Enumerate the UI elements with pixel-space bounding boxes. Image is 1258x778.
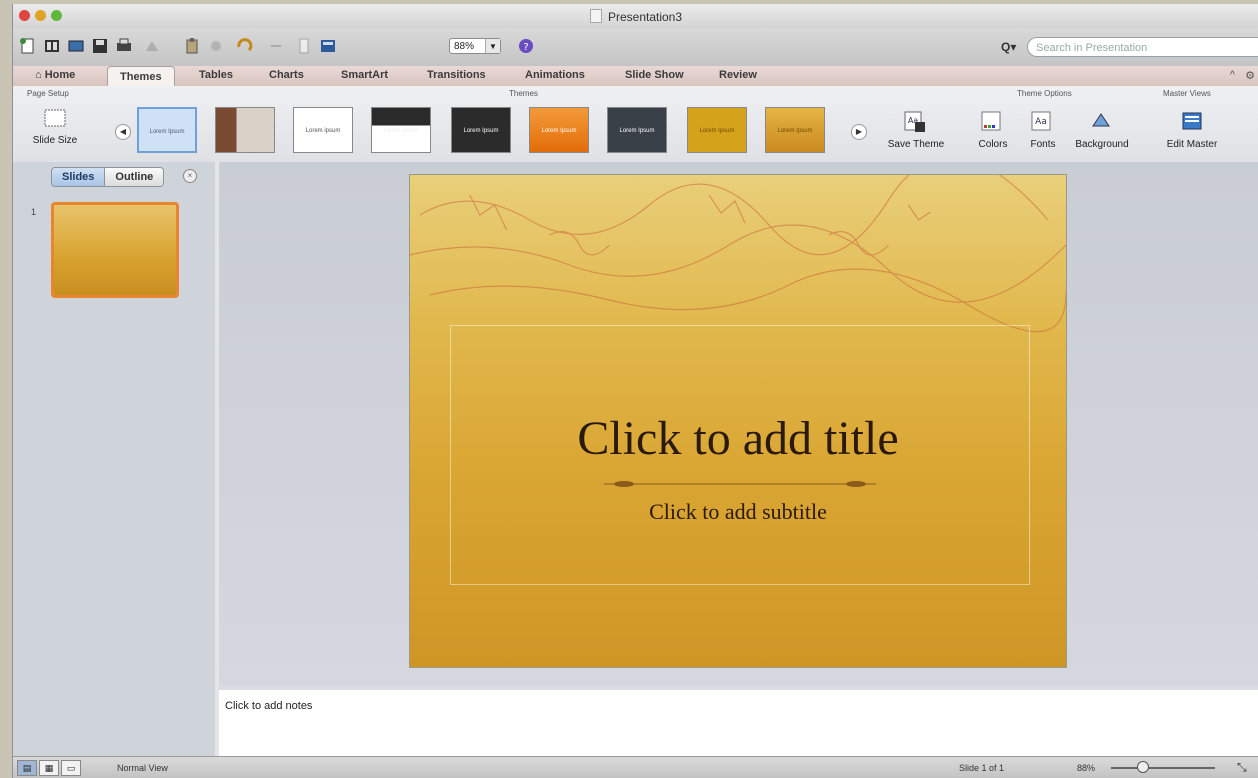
background-button[interactable]: Background [1069, 110, 1135, 150]
zoom-slider-handle[interactable] [1137, 761, 1149, 773]
slide-number: 1 [31, 207, 37, 217]
home-icon: ⌂ [35, 69, 42, 81]
colors-button[interactable]: Colors [971, 110, 1015, 150]
insert-icon[interactable] [295, 37, 313, 55]
format-painter-icon[interactable] [143, 37, 161, 55]
tab-transitions[interactable]: Transitions [427, 69, 486, 81]
templates-icon[interactable] [43, 37, 61, 55]
powerpoint-window: Presentation3 88% ▼ ? Q▾ Search in Presen… [12, 4, 1258, 778]
fonts-icon: Aa [1031, 111, 1051, 131]
slide-size-button[interactable]: Slide Size [27, 106, 83, 146]
search-input[interactable]: Search in Presentation [1027, 37, 1258, 57]
theme-thumb[interactable]: Lorem Ipsum [529, 107, 589, 153]
slide-canvas: Click to add title Click to add subtitle [219, 162, 1258, 686]
normal-view-button[interactable]: ▤ [17, 760, 37, 776]
slides-pane: Slides Outline × 1 [13, 162, 216, 756]
background-icon [1092, 113, 1110, 127]
notes-pane[interactable]: Click to add notes [219, 686, 1258, 756]
theme-thumb[interactable]: Lorem Ipsum [137, 107, 197, 153]
themes-group-label: Themes [509, 89, 538, 98]
status-bar: ▤ ▦ ▭ Normal View Slide 1 of 1 88% ⤡ [13, 756, 1258, 778]
tab-themes[interactable]: Themes [107, 66, 175, 87]
theme-thumb[interactable] [215, 107, 275, 153]
help-icon[interactable]: ? [517, 37, 535, 55]
close-pane-icon[interactable]: × [183, 169, 197, 183]
tab-slide-show[interactable]: Slide Show [625, 69, 684, 81]
colors-icon [981, 111, 1001, 131]
search-icon[interactable]: Q▾ [1001, 40, 1016, 54]
tab-outline[interactable]: Outline [104, 168, 164, 186]
save-theme-button[interactable]: Aa Save Theme [881, 110, 951, 150]
tab-tables[interactable]: Tables [199, 69, 233, 81]
edit-master-button[interactable]: Edit Master [1159, 110, 1225, 150]
slide-show-view-button[interactable]: ▭ [61, 760, 81, 776]
open-icon[interactable] [67, 37, 85, 55]
copy-icon[interactable] [207, 37, 225, 55]
redo-icon[interactable] [267, 37, 285, 55]
subtitle-placeholder[interactable]: Click to add subtitle [410, 499, 1066, 525]
slide-sorter-icon[interactable] [319, 37, 337, 55]
standard-toolbar: 88% ▼ ? Q▾ Search in Presentation [13, 28, 1258, 67]
theme-thumb[interactable]: Lorem ipsum [293, 107, 353, 153]
zoom-select[interactable]: 88% ▼ [449, 38, 501, 54]
themes-prev-button[interactable]: ◀ [115, 124, 131, 140]
theme-options-group-label: Theme Options [1017, 89, 1072, 98]
ornament-divider [604, 481, 876, 487]
ribbon-options-icon[interactable]: ⚙ [1245, 69, 1255, 82]
slide-size-icon [44, 109, 66, 127]
theme-thumb[interactable]: Lorem Ipsum [607, 107, 667, 153]
theme-thumb[interactable]: Lorem Ipsum [687, 107, 747, 153]
theme-thumb[interactable]: Lorem Ipsum [765, 107, 825, 153]
paste-icon[interactable] [183, 37, 201, 55]
view-label: Normal View [117, 763, 168, 773]
chevron-down-icon: ▼ [485, 39, 500, 53]
collapse-ribbon-icon[interactable]: ^ [1230, 69, 1235, 81]
edit-master-icon [1182, 112, 1202, 130]
fit-to-window-icon[interactable]: ⤡ [1237, 760, 1247, 775]
zoom-slider[interactable] [1111, 767, 1215, 769]
tab-review[interactable]: Review [719, 69, 757, 81]
new-icon[interactable] [19, 37, 37, 55]
tab-home[interactable]: ⌂ Home [35, 69, 75, 81]
map-texture-decoration [410, 175, 1066, 333]
svg-text:Aa: Aa [1035, 117, 1047, 127]
slide[interactable]: Click to add title Click to add subtitle [409, 174, 1067, 668]
document-icon [589, 9, 602, 23]
title-placeholder[interactable]: Click to add title [410, 411, 1066, 466]
pane-view-toggle: Slides Outline [51, 167, 165, 187]
tab-charts[interactable]: Charts [269, 69, 304, 81]
slide-thumbnail[interactable] [51, 202, 179, 298]
title-bar: Presentation3 [13, 4, 1258, 28]
theme-thumb[interactable]: Lorem Ipsum [371, 107, 431, 153]
theme-thumb[interactable]: Lorem Ipsum [451, 107, 511, 153]
themes-next-button[interactable]: ▶ [851, 124, 867, 140]
master-views-group-label: Master Views [1163, 89, 1211, 98]
undo-icon[interactable] [235, 37, 253, 55]
slide-sorter-view-button[interactable]: ▦ [39, 760, 59, 776]
page-setup-group-label: Page Setup [27, 89, 69, 98]
slide-count: Slide 1 of 1 [959, 763, 1005, 773]
save-icon[interactable] [91, 37, 109, 55]
print-icon[interactable] [115, 37, 133, 55]
notes-placeholder: Click to add notes [225, 700, 313, 712]
tab-animations[interactable]: Animations [525, 69, 585, 81]
save-theme-icon: Aa [904, 111, 925, 132]
tab-slides[interactable]: Slides [52, 168, 105, 186]
tab-smartart[interactable]: SmartArt [341, 69, 388, 81]
themes-ribbon: Page Setup Slide Size Themes ◀ Lorem Ips… [13, 86, 1258, 163]
fonts-button[interactable]: Aa Fonts [1021, 110, 1065, 150]
window-title: Presentation3 [13, 9, 1258, 24]
svg-text:?: ? [523, 42, 528, 53]
ribbon-tabs: ⌂ Home Themes Tables Charts SmartArt Tra… [13, 66, 1258, 87]
zoom-level: 88% [1077, 763, 1096, 773]
